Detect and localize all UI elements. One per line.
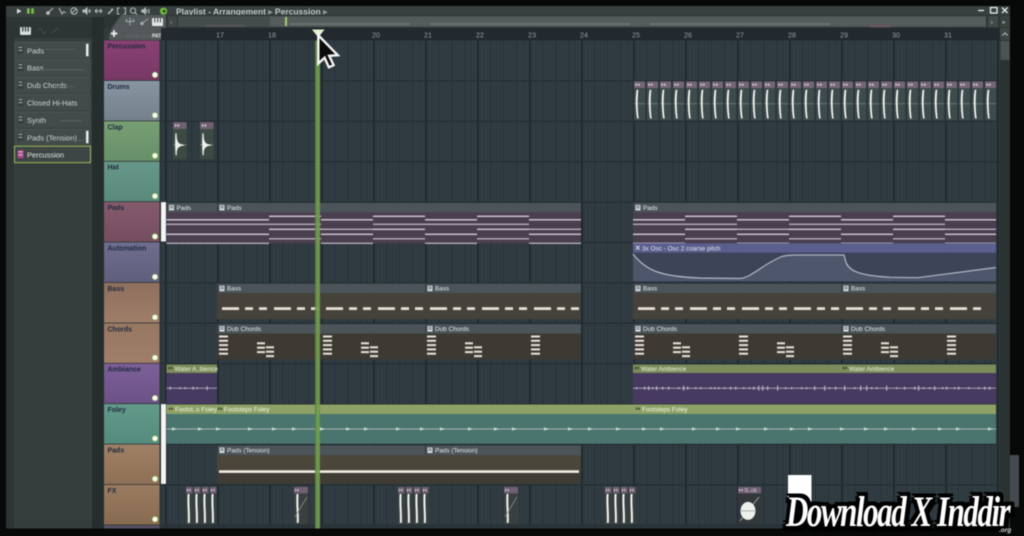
svg-text:Bass: Bass	[643, 286, 657, 293]
svg-text:25: 25	[632, 31, 640, 40]
svg-text:Foley: Foley	[108, 407, 126, 414]
svg-text:17: 17	[216, 31, 224, 40]
svg-text:24: 24	[580, 31, 588, 40]
svg-text:FX: FX	[108, 488, 117, 495]
svg-text:Dub Chords: Dub Chords	[851, 326, 885, 333]
svg-text:PAT: PAT	[152, 34, 161, 40]
svg-text:Water Ambience: Water Ambience	[849, 366, 895, 373]
svg-text:23: 23	[528, 31, 536, 40]
svg-text:31: 31	[944, 31, 952, 40]
svg-text:Pads (Tension): Pads (Tension)	[27, 133, 78, 142]
svg-text:18: 18	[268, 31, 276, 40]
svg-text:21: 21	[424, 31, 432, 40]
svg-text:20: 20	[372, 31, 380, 40]
svg-text:Pads: Pads	[108, 448, 125, 455]
svg-text:Pads: Pads	[108, 205, 125, 212]
svg-text:27: 27	[736, 31, 744, 40]
svg-text:Pads: Pads	[177, 205, 192, 212]
svg-text:Footsteps Foley: Footsteps Foley	[642, 407, 688, 414]
svg-text:Percussion: Percussion	[27, 151, 64, 160]
svg-text:Percussion: Percussion	[108, 44, 146, 51]
svg-text:S..ck: S..ck	[745, 488, 757, 494]
svg-text:Pads: Pads	[227, 205, 242, 212]
svg-text:Bass: Bass	[227, 286, 241, 293]
svg-text:Footsteps Foley: Footsteps Foley	[224, 407, 270, 414]
svg-text:Ambiance: Ambiance	[108, 367, 142, 374]
svg-text:Chords: Chords	[108, 326, 133, 333]
svg-text:Pads (Tension): Pads (Tension)	[227, 448, 270, 455]
svg-text:Hat: Hat	[108, 165, 120, 172]
svg-text:Clap: Clap	[108, 124, 123, 131]
svg-text:26: 26	[684, 31, 692, 40]
svg-text:Synth: Synth	[27, 116, 46, 125]
svg-text:28: 28	[788, 31, 796, 40]
svg-text:Bass: Bass	[851, 286, 865, 293]
svg-text:Pads: Pads	[643, 205, 658, 212]
svg-text:Automation: Automation	[108, 246, 147, 253]
svg-text:Dub Chords: Dub Chords	[643, 326, 677, 333]
svg-text:3x Osc - Osc 2 coarse pitch: 3x Osc - Osc 2 coarse pitch	[642, 245, 721, 252]
svg-text:Water Ambience: Water Ambience	[641, 366, 687, 373]
svg-text:Drums: Drums	[108, 84, 130, 91]
svg-text:30: 30	[892, 31, 900, 40]
svg-text:Pads (Tension): Pads (Tension)	[435, 448, 478, 455]
svg-text:Pads: Pads	[27, 46, 44, 55]
svg-text:Bass: Bass	[435, 286, 449, 293]
svg-text:Footst..s Foley: Footst..s Foley	[175, 407, 218, 414]
svg-text:Dub Chords: Dub Chords	[435, 326, 469, 333]
svg-text:Bass: Bass	[108, 286, 125, 293]
svg-text:Dub Chords: Dub Chords	[27, 81, 67, 90]
svg-text:Closed Hi-Hats: Closed Hi-Hats	[27, 99, 78, 108]
svg-text:Water A..bience: Water A..bience	[175, 366, 219, 373]
svg-text:22: 22	[476, 31, 484, 40]
svg-text:Dub Chords: Dub Chords	[227, 326, 261, 333]
svg-text:29: 29	[840, 31, 848, 40]
svg-text:Bass: Bass	[27, 64, 44, 73]
